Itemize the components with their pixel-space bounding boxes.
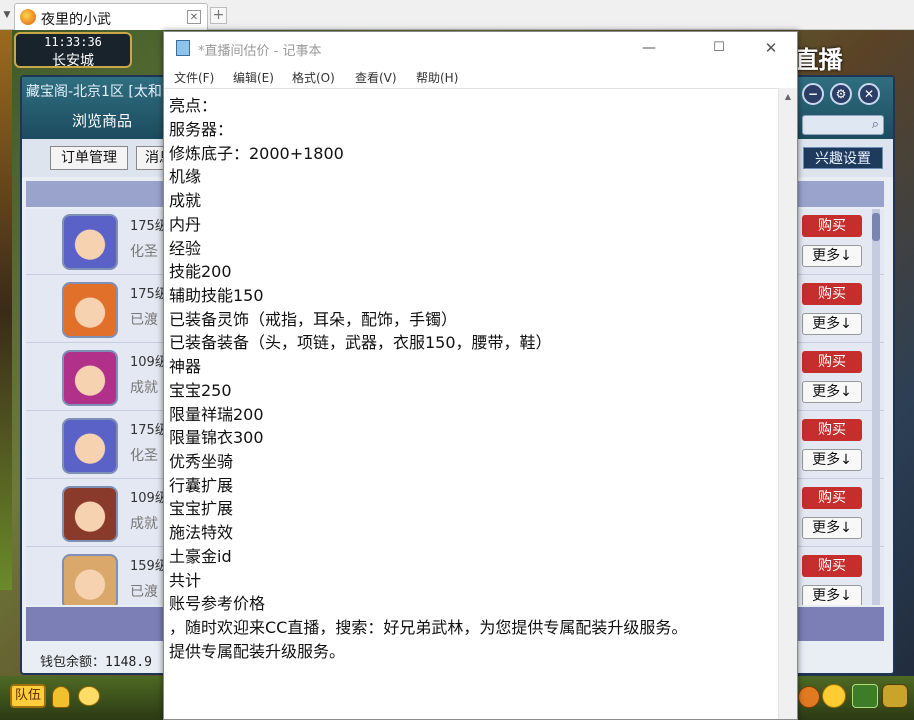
text-line: 机缘	[169, 167, 202, 186]
notepad-menubar: 文件(F) 编辑(E) 格式(O) 查看(V) 帮助(H)	[164, 64, 797, 88]
text-line: 修炼底子：2000+1800	[169, 144, 344, 163]
buy-button[interactable]: 购买	[802, 351, 862, 373]
maximize-button[interactable]: ☐	[696, 36, 742, 60]
list-scrollbar[interactable]	[872, 209, 880, 605]
pet-icon[interactable]	[882, 684, 908, 708]
text-line: 成就	[169, 191, 202, 210]
buy-button[interactable]: 购买	[802, 283, 862, 305]
team-button[interactable]: 队伍	[10, 684, 46, 708]
shop-close-icon[interactable]: ✕	[858, 83, 880, 105]
text-line: 共计	[169, 571, 202, 590]
menu-edit[interactable]: 编辑(E)	[233, 69, 274, 86]
interest-settings-button[interactable]: 兴趣设置	[803, 147, 883, 169]
character-status: 已渡	[130, 584, 158, 600]
wallet-balance: 钱包余额：1148.9	[40, 655, 152, 670]
search-icon[interactable]: ⌕	[872, 117, 879, 132]
more-button[interactable]: 更多↓	[802, 585, 862, 605]
notepad-scrollbar[interactable]: ▲	[778, 88, 797, 719]
more-button[interactable]: 更多↓	[802, 313, 862, 335]
character-status: 成就	[130, 516, 158, 532]
text-line: 神器	[169, 357, 202, 376]
menu-help[interactable]: 帮助(H)	[416, 69, 458, 86]
browse-goods-tab[interactable]: 浏览商品	[72, 110, 132, 131]
notepad-icon	[176, 40, 190, 56]
text-line: 技能200	[169, 262, 232, 281]
shop-minimize-icon[interactable]: −	[802, 83, 824, 105]
buy-button[interactable]: 购买	[802, 555, 862, 577]
list-scrollbar-thumb[interactable]	[872, 213, 880, 241]
text-line: 土豪金id	[169, 547, 232, 566]
ball-icon[interactable]	[798, 686, 820, 708]
text-line: 提供专属配装升级服务。	[169, 642, 346, 661]
more-button[interactable]: 更多↓	[802, 381, 862, 403]
browser-tab[interactable]: 夜里的小武 ✕	[14, 3, 208, 30]
tab-title: 夜里的小武	[41, 12, 111, 28]
character-status: 已渡	[130, 312, 158, 328]
menu-view[interactable]: 查看(V)	[355, 69, 397, 86]
text-line: 施法特效	[169, 523, 234, 542]
text-line: 经验	[169, 239, 202, 258]
text-line: 限量锦衣300	[169, 428, 264, 447]
notepad-text-area[interactable]: 亮点： 服务器： 修炼底子：2000+1800 机缘 成就 内丹 经验 技能20…	[164, 88, 778, 719]
character-avatar	[62, 554, 118, 605]
buy-button[interactable]: 购买	[802, 487, 862, 509]
character-avatar	[62, 282, 118, 338]
more-button[interactable]: 更多↓	[802, 517, 862, 539]
new-tab-button[interactable]: +	[210, 7, 227, 24]
character-status: 化圣	[130, 244, 158, 260]
character-avatar	[62, 214, 118, 270]
clock-panel: 11:33:36 长安城	[14, 32, 132, 69]
text-line: 亮点：	[169, 96, 218, 115]
game-left-edge	[0, 30, 12, 590]
text-line: 已装备装备（头，项链，武器，衣服150，腰带，鞋）	[169, 333, 552, 352]
character-status: 化圣	[130, 448, 158, 464]
minimize-button[interactable]: —	[626, 36, 672, 60]
menu-format[interactable]: 格式(O)	[292, 69, 335, 86]
text-line: 限量祥瑞200	[169, 405, 264, 424]
buy-button[interactable]: 购买	[802, 419, 862, 441]
shop-search-input[interactable]: ⌕	[802, 115, 884, 135]
text-line: 宝宝250	[169, 381, 232, 400]
microphone-icon[interactable]	[52, 686, 70, 708]
text-line: 内丹	[169, 215, 202, 234]
text-line: 宝宝扩展	[169, 499, 234, 518]
chat-bubble-icon[interactable]	[78, 686, 100, 706]
character-avatar	[62, 486, 118, 542]
text-line: 辅助技能150	[169, 286, 264, 305]
text-line: ，随时欢迎来CC直播，搜索：好兄弟武林，为您提供专属配装升级服务。	[169, 618, 688, 637]
close-button[interactable]: ✕	[748, 36, 794, 60]
character-avatar	[62, 418, 118, 474]
menu-file[interactable]: 文件(F)	[174, 69, 214, 86]
scroll-up-arrow-icon[interactable]: ▲	[779, 88, 797, 106]
text-line: 账号参考价格	[169, 594, 266, 613]
notepad-titlebar[interactable]: *直播间估价 - 记事本 — ☐ ✕	[164, 32, 797, 64]
browser-tab-bar: ▼ 夜里的小武 ✕ +	[0, 0, 914, 30]
tab-scroll-icon[interactable]: ▼	[0, 6, 14, 24]
text-line: 行囊扩展	[169, 476, 234, 495]
notepad-window: *直播间估价 - 记事本 — ☐ ✕ 文件(F) 编辑(E) 格式(O) 查看(…	[163, 31, 798, 720]
smiley-icon[interactable]	[822, 684, 846, 708]
order-management-button[interactable]: 订单管理	[50, 146, 128, 170]
character-avatar	[62, 350, 118, 406]
notepad-title: *直播间估价 - 记事本	[198, 44, 322, 59]
text-line: 已装备灵饰（戒指，耳朵，配饰，手镯）	[169, 310, 458, 329]
gift-icon[interactable]	[852, 684, 878, 708]
more-button[interactable]: 更多↓	[802, 449, 862, 471]
game-favicon-icon	[20, 9, 36, 25]
shop-title: 藏宝阁-北京1区 [太和	[26, 84, 162, 100]
shop-settings-icon[interactable]: ⚙	[830, 83, 852, 105]
city-name: 长安城	[52, 53, 94, 69]
game-clock: 11:33:36	[44, 35, 102, 49]
buy-button[interactable]: 购买	[802, 215, 862, 237]
more-button[interactable]: 更多↓	[802, 245, 862, 267]
text-line: 服务器：	[169, 120, 234, 139]
text-line: 优秀坐骑	[169, 452, 234, 471]
tab-close-button[interactable]: ✕	[187, 10, 201, 24]
character-status: 成就	[130, 380, 158, 396]
